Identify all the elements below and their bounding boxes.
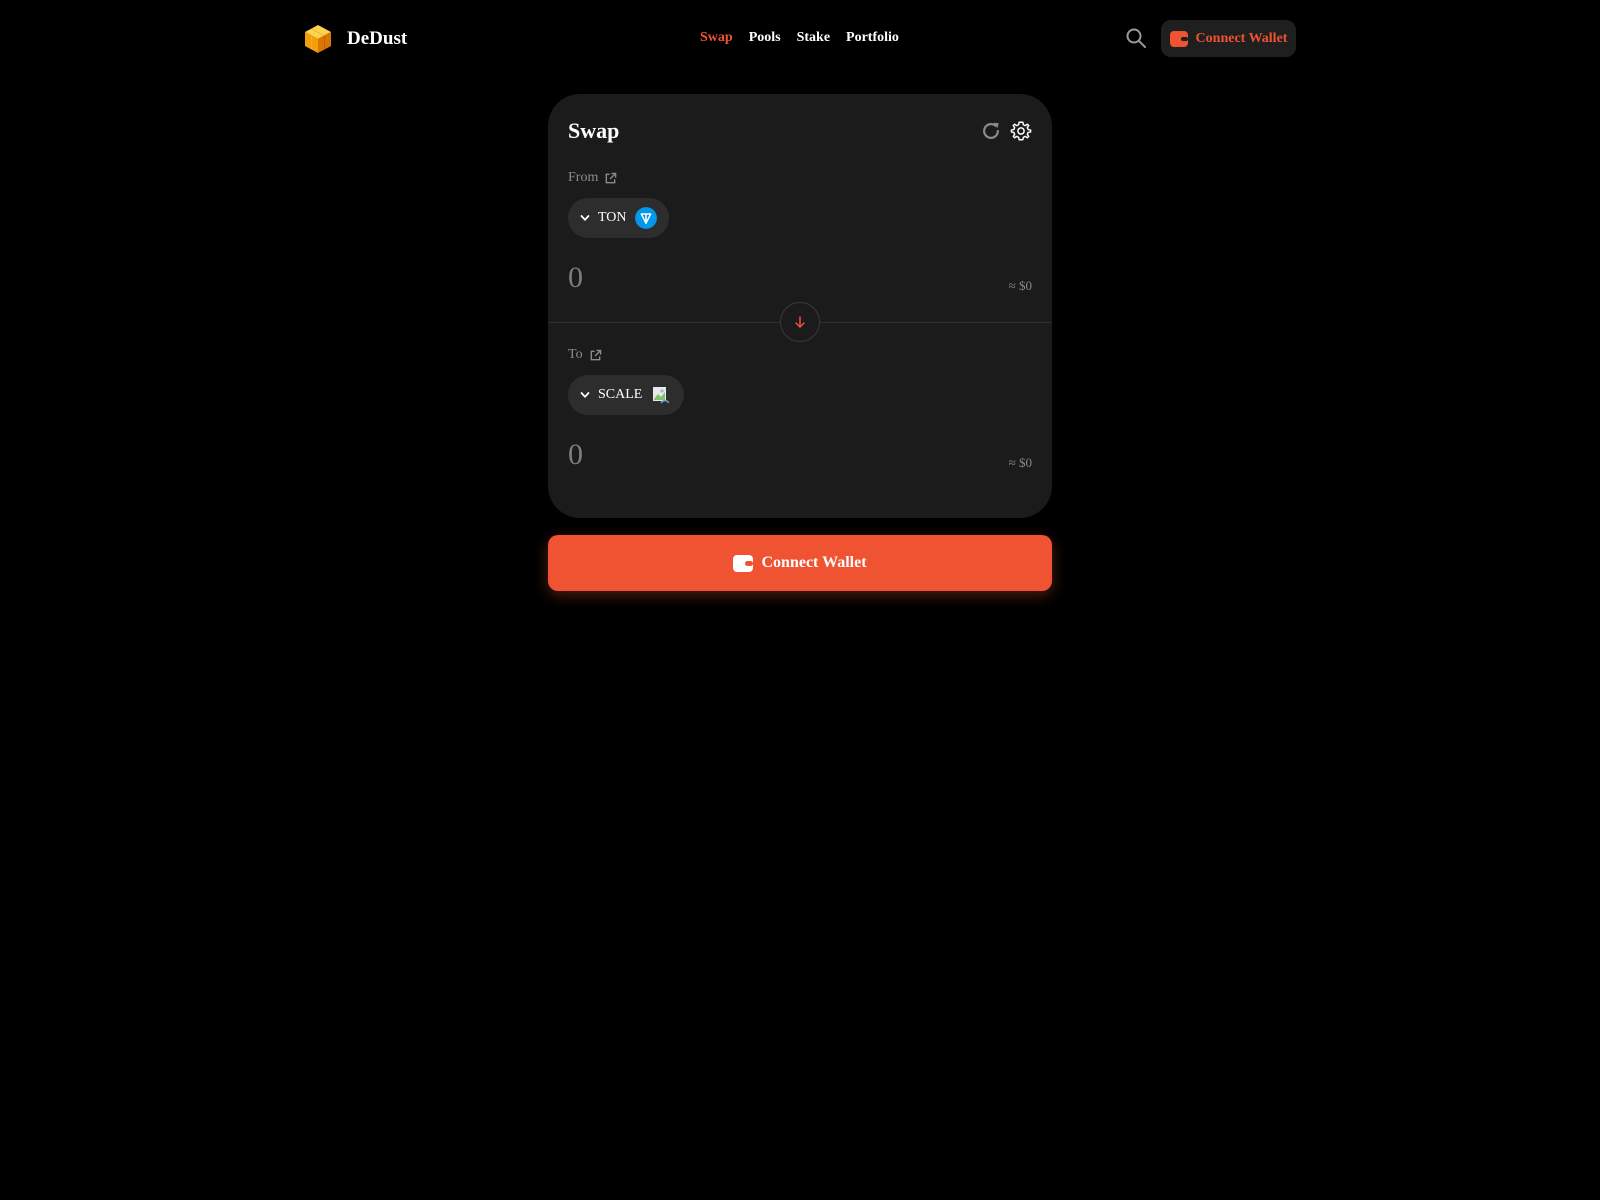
- nav-item-pools[interactable]: Pools: [749, 28, 781, 48]
- nav-item-stake[interactable]: Stake: [797, 28, 830, 48]
- to-amount-input[interactable]: [568, 435, 868, 475]
- from-usd-value: ≈ $0: [1008, 278, 1032, 293]
- to-usd-value: ≈ $0: [1008, 455, 1032, 470]
- swap-direction-button[interactable]: [780, 302, 820, 342]
- wallet-icon: [1169, 30, 1188, 47]
- from-label-text: From: [568, 170, 599, 185]
- from-token-symbol: TON: [598, 210, 627, 225]
- to-label: To: [568, 347, 602, 363]
- swap-card: Swap From TON ≈ $0: [548, 94, 1052, 518]
- connect-wallet-label: Connect Wallet: [761, 554, 867, 571]
- arrow-down-icon: [795, 316, 805, 328]
- scale-token-icon: [653, 387, 670, 404]
- to-token-selector[interactable]: SCALE: [568, 375, 685, 415]
- cube-logo-icon: [305, 25, 331, 53]
- from-label: From: [568, 170, 617, 186]
- swap-title: Swap: [568, 118, 620, 143]
- to-label-text: To: [568, 347, 583, 362]
- chevron-down-icon: [580, 215, 590, 221]
- nav-item-portfolio[interactable]: Portfolio: [846, 28, 899, 48]
- brand-name: DeDust: [347, 28, 408, 49]
- header-connect-wallet-button[interactable]: Connect Wallet: [1161, 20, 1296, 57]
- to-token-symbol: SCALE: [598, 387, 643, 402]
- gear-icon[interactable]: [1010, 120, 1032, 142]
- from-token-selector[interactable]: TON: [568, 198, 669, 238]
- nav-item-swap[interactable]: Swap: [700, 28, 733, 48]
- external-link-icon[interactable]: [589, 349, 602, 362]
- connect-wallet-button[interactable]: Connect Wallet: [548, 535, 1052, 591]
- wallet-icon: [733, 554, 754, 572]
- external-link-icon[interactable]: [604, 172, 617, 185]
- chevron-down-icon: [580, 392, 590, 398]
- swap-card-actions: [980, 120, 1032, 142]
- from-amount-input[interactable]: [568, 258, 868, 298]
- ton-token-icon: [634, 207, 657, 229]
- brand-logo[interactable]: DeDust: [304, 24, 407, 54]
- refresh-icon[interactable]: [980, 120, 1002, 142]
- header-connect-wallet-label: Connect Wallet: [1195, 30, 1288, 46]
- main-nav: Swap Pools Stake Portfolio: [700, 28, 899, 48]
- search-icon[interactable]: [1124, 26, 1148, 50]
- top-header: DeDust Swap Pools Stake Portfolio Connec…: [0, 0, 1600, 78]
